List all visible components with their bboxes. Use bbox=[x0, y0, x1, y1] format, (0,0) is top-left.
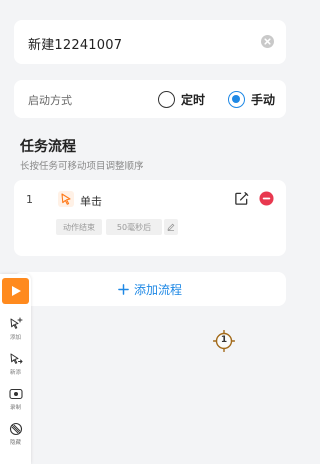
floating-toolbar: 添加 新添 录制 隐藏 bbox=[0, 274, 31, 464]
radio-timed-circle[interactable] bbox=[158, 90, 175, 108]
toolbar-hide[interactable]: 隐藏 bbox=[0, 422, 31, 446]
plus-icon bbox=[118, 284, 129, 295]
toolbar-add-label: 添加 bbox=[9, 335, 21, 341]
toolbar-swipe[interactable]: 新添 bbox=[0, 352, 31, 376]
task-name-field[interactable]: 新建12241007 bbox=[14, 20, 286, 64]
chip-edit-icon[interactable] bbox=[164, 219, 178, 235]
step-index: 1 bbox=[26, 193, 33, 206]
radio-manual-label[interactable]: 手动 bbox=[251, 91, 275, 108]
step-chip-action[interactable]: 动作结束 bbox=[56, 219, 102, 235]
flow-hint: 长按任务可移动项目调整顺序 bbox=[20, 161, 144, 172]
add-flow-label: 添加流程 bbox=[133, 283, 182, 297]
add-tap-icon bbox=[10, 317, 22, 329]
flow-step-item[interactable]: 1 单击 动作结束 50毫秒后 bbox=[14, 180, 286, 256]
toolbar-swipe-label: 新添 bbox=[9, 370, 21, 376]
radio-timed[interactable]: 定时 bbox=[158, 89, 205, 109]
clear-icon[interactable] bbox=[261, 35, 274, 48]
radio-manual-circle[interactable] bbox=[228, 90, 245, 108]
flow-title: 任务流程 bbox=[20, 139, 76, 155]
play-button[interactable] bbox=[2, 278, 29, 304]
toolbar-record[interactable]: 录制 bbox=[0, 387, 31, 411]
step-name: 单击 bbox=[80, 195, 102, 208]
target-marker[interactable]: 1 bbox=[212, 329, 236, 353]
delete-icon[interactable] bbox=[259, 191, 274, 206]
start-mode-card: 启动方式 定时 手动 bbox=[14, 80, 286, 118]
add-flow-button[interactable]: 添加流程 bbox=[14, 272, 286, 306]
task-name-value[interactable]: 新建12241007 bbox=[28, 34, 122, 53]
toolbar-hide-label: 隐藏 bbox=[9, 440, 21, 446]
tap-icon bbox=[58, 191, 74, 207]
start-mode-label: 启动方式 bbox=[28, 94, 72, 107]
toolbar-record-label: 录制 bbox=[9, 405, 21, 411]
step-chip-delay[interactable]: 50毫秒后 bbox=[106, 219, 162, 235]
hide-icon bbox=[9, 422, 22, 436]
pencil-icon[interactable] bbox=[167, 223, 175, 231]
record-icon bbox=[8, 388, 23, 400]
radio-manual[interactable]: 手动 bbox=[228, 89, 275, 109]
radio-timed-label[interactable]: 定时 bbox=[181, 91, 205, 108]
play-icon bbox=[12, 286, 21, 296]
toolbar-add-tap[interactable]: 添加 bbox=[0, 317, 31, 341]
edit-icon[interactable] bbox=[234, 191, 249, 206]
swipe-icon bbox=[10, 353, 23, 364]
target-marker-number: 1 bbox=[220, 335, 228, 345]
